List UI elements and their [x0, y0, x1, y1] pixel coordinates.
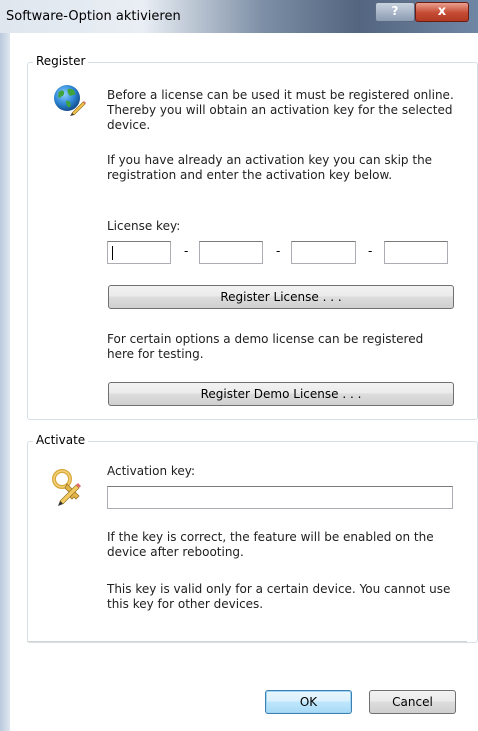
register-intro-text: Before a license can be used it must be …: [107, 88, 454, 133]
footer-separator: [27, 641, 467, 642]
cancel-button[interactable]: Cancel: [369, 690, 456, 714]
register-legend: Register: [33, 54, 89, 68]
globe-pencil-icon: [52, 83, 86, 117]
license-key-separator: -: [276, 244, 281, 258]
ok-button[interactable]: OK: [265, 690, 352, 714]
license-key-separator: -: [368, 244, 373, 258]
register-skip-line: If you have already an activation key yo…: [107, 153, 433, 167]
text-caret: [112, 246, 113, 260]
activation-correct-text: If the key is correct, the feature will …: [107, 530, 434, 560]
window-title: Software-Option aktivieren: [6, 9, 181, 24]
activation-correct-line: If the key is correct, the feature will …: [107, 530, 434, 544]
activation-key-label: Activation key:: [107, 464, 196, 478]
register-skip-text: If you have already an activation key yo…: [107, 153, 432, 183]
activate-legend: Activate: [33, 433, 89, 447]
license-key-input-1[interactable]: [107, 241, 171, 264]
license-key-input-3[interactable]: [291, 241, 356, 264]
register-demo-license-button[interactable]: Register Demo License . . .: [108, 382, 454, 406]
activation-correct-line: device after rebooting.: [107, 545, 244, 559]
help-button[interactable]: ?: [375, 2, 415, 22]
demo-license-line: here for testing.: [107, 347, 204, 361]
register-intro-line: Thereby you will obtain an activation ke…: [107, 103, 453, 117]
license-key-input-4[interactable]: [384, 241, 448, 264]
window-frame: [0, 33, 10, 731]
activation-valid-line: this key for other devices.: [107, 597, 264, 611]
register-intro-line: Before a license can be used it must be …: [107, 88, 454, 102]
dialog-client-area: Register Before a license can be used it…: [10, 33, 478, 731]
demo-license-text: For certain options a demo license can b…: [107, 332, 423, 362]
title-bar[interactable]: Software-Option aktivieren ? x: [0, 0, 478, 33]
activation-key-input[interactable]: [107, 486, 453, 509]
activation-valid-line: This key is valid only for a certain dev…: [107, 582, 451, 596]
license-key-separator: -: [184, 244, 189, 258]
license-key-input-2[interactable]: [199, 241, 263, 264]
register-skip-line: registration and enter the activation ke…: [107, 168, 393, 182]
close-button[interactable]: x: [415, 2, 469, 22]
license-key-label: License key:: [107, 219, 181, 233]
demo-license-line: For certain options a demo license can b…: [107, 332, 424, 346]
dialog-window: Software-Option aktivieren ? x Register: [0, 0, 478, 731]
key-pencil-icon: [50, 467, 90, 507]
register-intro-line: device.: [107, 118, 151, 132]
register-license-button[interactable]: Register License . . .: [108, 285, 454, 309]
activation-valid-text: This key is valid only for a certain dev…: [107, 582, 450, 612]
